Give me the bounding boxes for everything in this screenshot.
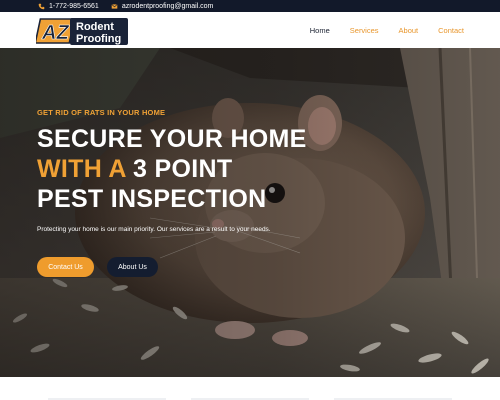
- envelope-icon: [111, 3, 118, 9]
- phone-contact[interactable]: 1-772-985-6561: [38, 3, 99, 10]
- hero-headline: SECURE YOUR HOME WITH A 3 POINT PEST INS…: [37, 124, 307, 214]
- nav-contact[interactable]: Contact: [438, 26, 464, 35]
- hero-tagline: Protecting your home is our main priorit…: [37, 226, 271, 233]
- headline-line-3: PEST INSPECTION: [37, 185, 267, 213]
- site-logo[interactable]: AZ Rodent Proofing: [36, 16, 130, 46]
- nav-services[interactable]: Services: [350, 26, 379, 35]
- logo-line2: Proofing: [76, 33, 121, 45]
- nav-about[interactable]: About: [399, 26, 419, 35]
- email-address: azrodentproofing@gmail.com: [121, 2, 214, 10]
- hero-eyebrow: GET RID OF RATS IN YOUR HOME: [37, 108, 166, 117]
- below-hero-section: [0, 377, 500, 400]
- logo-mark: AZ: [41, 22, 69, 44]
- top-contact-bar: 1-772-985-6561 azrodentproofing@gmail.co…: [0, 0, 500, 12]
- site-header: AZ Rodent Proofing Home Services About C…: [0, 12, 500, 48]
- hero-section: GET RID OF RATS IN YOUR HOME SECURE YOUR…: [0, 48, 500, 377]
- phone-number: 1-772-985-6561: [49, 2, 99, 10]
- nav-home[interactable]: Home: [310, 26, 330, 35]
- email-contact[interactable]: azrodentproofing@gmail.com: [111, 2, 214, 10]
- headline-line-2: 3 POINT: [125, 155, 233, 183]
- headline-line-1: SECURE YOUR HOME: [37, 125, 307, 153]
- about-us-button[interactable]: About Us: [107, 257, 158, 277]
- main-nav: Home Services About Contact: [290, 12, 464, 48]
- contact-us-button[interactable]: Contact Us: [37, 257, 94, 277]
- phone-icon: [38, 3, 45, 9]
- headline-accent: WITH A: [37, 155, 126, 183]
- logo-line1: Rodent: [76, 21, 114, 33]
